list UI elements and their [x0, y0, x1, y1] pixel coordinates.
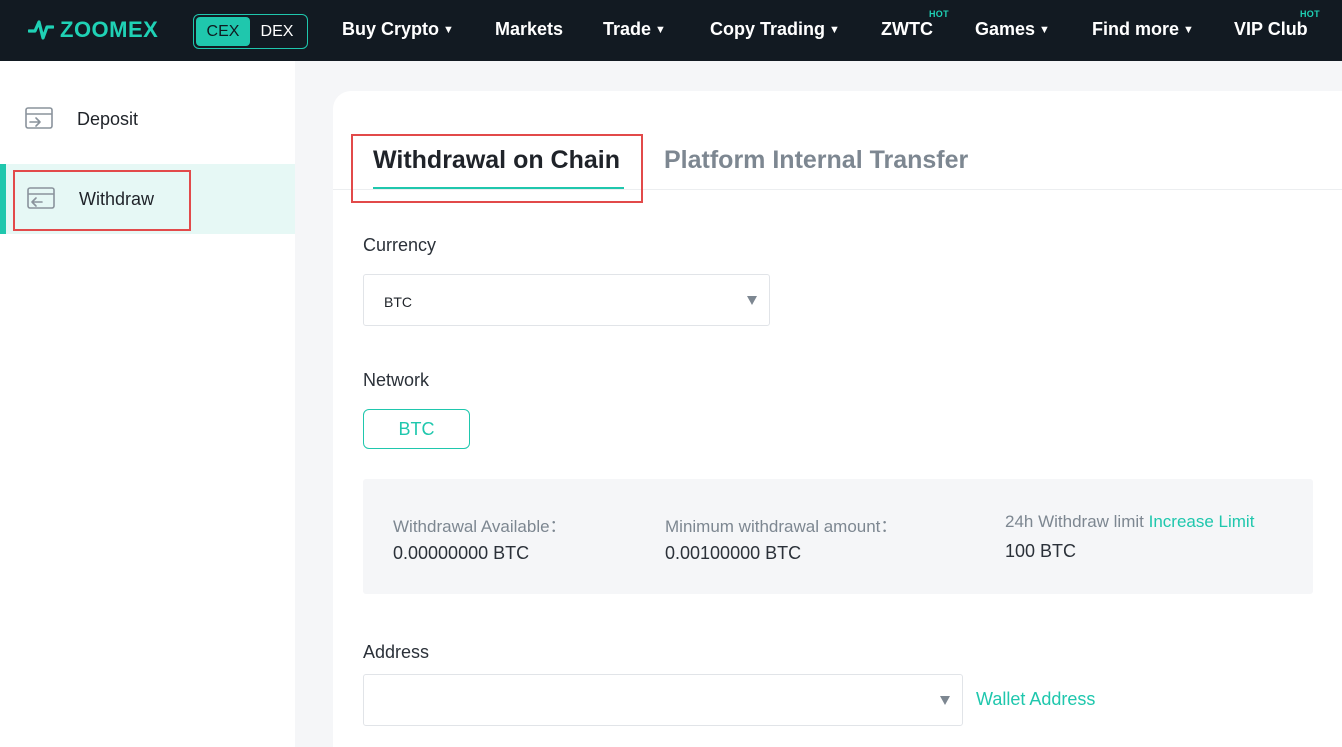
address-select[interactable] [363, 674, 963, 726]
nav-vip-club-label: VIP Club [1234, 19, 1308, 39]
cex-toggle-option[interactable]: CEX [196, 17, 250, 46]
address-label: Address [363, 642, 430, 662]
nav-vip-club[interactable]: VIP Club [1234, 19, 1308, 40]
caret-down-icon: ▼ [829, 24, 840, 36]
available-value: 0.00000000 BTC [393, 543, 530, 563]
sidebar-item-withdraw[interactable]: Withdraw [0, 164, 295, 234]
caret-down-icon: ▼ [1039, 24, 1050, 36]
network-option-btc[interactable]: BTC [363, 409, 470, 449]
wallet-address-link[interactable]: Wallet Address [976, 689, 1095, 710]
limit-label: 24h Withdraw limit [1005, 512, 1144, 531]
active-indicator [0, 164, 6, 234]
limit-label-row: 24h Withdraw limit Increase Limit [1005, 512, 1254, 532]
withdraw-info-panel: Withdrawal Available： 0.00000000 BTC Min… [363, 479, 1313, 594]
vip-hot-badge: HOT [1300, 9, 1320, 19]
nav-find-more-label: Find more [1092, 19, 1180, 39]
tab-platform-internal-transfer[interactable]: Platform Internal Transfer [664, 146, 968, 175]
tab-divider [333, 189, 1342, 190]
nav-zwtc[interactable]: ZWTC [881, 19, 933, 40]
currency-select-value: BTC [384, 294, 412, 310]
dropdown-arrow-icon [747, 296, 757, 305]
cex-dex-toggle: CEX DEX [193, 14, 308, 49]
sidebar-item-label: Deposit [77, 108, 139, 129]
nav-buy-crypto[interactable]: Buy Crypto ▼ [342, 19, 454, 40]
zoomex-logo[interactable]: ZOOMEX [28, 17, 158, 43]
nav-markets-label: Markets [495, 19, 564, 39]
dex-toggle-option[interactable]: DEX [250, 17, 304, 46]
nav-find-more[interactable]: Find more ▼ [1092, 19, 1194, 40]
nav-copy-trading-label: Copy Trading [710, 19, 826, 39]
min-withdraw-value: 0.00100000 BTC [665, 543, 802, 563]
nav-trade-label: Trade [603, 19, 652, 39]
top-nav-bar: ZOOMEX CEX DEX Buy Crypto ▼ Markets Trade… [0, 0, 1342, 61]
nav-markets[interactable]: Markets [495, 19, 563, 40]
min-withdraw-label: Minimum withdrawal amount： [665, 517, 898, 536]
limit-value: 100 BTC [1005, 541, 1077, 561]
sidebar: Deposit Withdraw [0, 61, 295, 747]
zwtc-hot-badge: HOT [929, 9, 949, 19]
nav-buy-crypto-label: Buy Crypto [342, 19, 440, 39]
caret-down-icon: ▼ [655, 24, 666, 36]
network-label: Network [363, 370, 430, 390]
nav-trade[interactable]: Trade ▼ [603, 19, 666, 40]
currency-label: Currency [363, 235, 437, 255]
deposit-icon [24, 106, 54, 137]
dropdown-arrow-icon [940, 696, 950, 705]
tab-withdrawal-on-chain[interactable]: Withdrawal on Chain [373, 146, 620, 175]
logo-text: ZOOMEX [60, 17, 159, 42]
nav-copy-trading[interactable]: Copy Trading ▼ [710, 19, 840, 40]
nav-zwtc-label: ZWTC [881, 19, 933, 39]
increase-limit-link[interactable]: Increase Limit [1149, 512, 1255, 531]
logo-icon [28, 20, 54, 40]
currency-select[interactable]: BTC [363, 274, 770, 326]
withdraw-card: Withdrawal on Chain Platform Internal Tr… [333, 91, 1342, 747]
withdraw-icon [26, 186, 56, 217]
nav-games[interactable]: Games ▼ [975, 19, 1050, 40]
sidebar-item-label: Withdraw [79, 188, 155, 209]
available-label: Withdrawal Available： [393, 517, 567, 536]
caret-down-icon: ▼ [1183, 24, 1194, 36]
sidebar-item-deposit[interactable]: Deposit [0, 84, 295, 154]
caret-down-icon: ▼ [443, 24, 454, 36]
nav-games-label: Games [975, 19, 1036, 39]
